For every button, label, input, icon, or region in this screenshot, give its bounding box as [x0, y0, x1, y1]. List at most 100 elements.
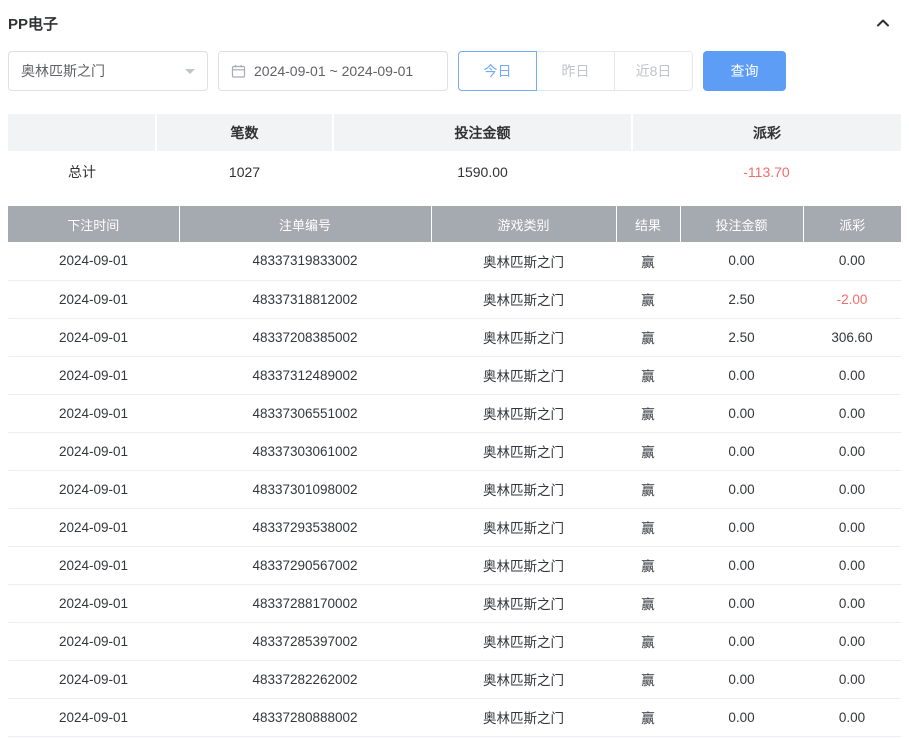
cell-order-id: 48337282262002 [179, 660, 431, 699]
summary-total-bet-amount: 1590.00 [333, 151, 632, 193]
table-row: 2024-09-01 48337312489002 奥林匹斯之门赢 0.00 0.00 [8, 356, 901, 395]
cell-result: 赢 [616, 584, 680, 623]
cell-game-type: 奥林匹斯之门 [431, 508, 616, 547]
game-select-value: 奥林匹斯之门 [21, 63, 105, 79]
cell-order-id: 48337288170002 [179, 584, 431, 623]
summary-header-payout: 派彩 [631, 114, 901, 151]
quick-range-buttons: 今日 昨日 近8日 [458, 51, 693, 91]
cell-game-type: 奥林匹斯之门 [431, 470, 616, 509]
game-select[interactable]: 奥林匹斯之门 [8, 51, 208, 91]
cell-bet-amount: 0.00 [680, 546, 803, 585]
cell-game-type: 奥林匹斯之门 [431, 394, 616, 433]
yesterday-button[interactable]: 昨日 [536, 51, 615, 91]
cell-result: 赢 [616, 356, 680, 395]
cell-bet-amount: 0.00 [680, 394, 803, 433]
cell-result: 赢 [616, 432, 680, 471]
cell-bet-time: 2024-09-01 [8, 508, 179, 547]
summary-header-count: 笔数 [155, 114, 333, 151]
calendar-icon [231, 64, 246, 79]
cell-game-type: 奥林匹斯之门 [431, 432, 616, 471]
table-header-row: 下注时间 注单编号 游戏类别 结果 投注金额 派彩 [8, 206, 901, 242]
cell-result: 赢 [616, 318, 680, 357]
summary-total-label: 总计 [8, 151, 156, 193]
table-row: 2024-09-01 48337285397002 奥林匹斯之门赢 0.00 0.00 [8, 622, 901, 661]
cell-result: 赢 [616, 280, 680, 319]
last8days-button[interactable]: 近8日 [614, 51, 693, 91]
chevron-down-icon [185, 68, 195, 79]
today-button[interactable]: 今日 [458, 51, 537, 91]
table-row: 2024-09-01 48337288170002 奥林匹斯之门赢 0.00 0.00 [8, 584, 901, 623]
header-result: 结果 [615, 206, 680, 242]
filter-bar: 奥林匹斯之门 2024-09-01 ~ 2024-09-01 今日 昨日 近8日… [8, 51, 901, 91]
cell-game-type: 奥林匹斯之门 [431, 242, 616, 281]
cell-game-type: 奥林匹斯之门 [431, 622, 616, 661]
cell-bet-amount: 0.00 [680, 698, 803, 737]
cell-order-id: 48337312489002 [179, 356, 431, 395]
cell-bet-amount: 0.00 [680, 508, 803, 547]
cell-order-id: 48337319833002 [179, 242, 431, 281]
table-row: 2024-09-01 48337293538002 奥林匹斯之门赢 0.00 0.00 [8, 508, 901, 547]
cell-bet-amount: 0.00 [680, 356, 803, 395]
table-row: 2024-09-01 48337208385002 奥林匹斯之门赢 2.50 306.6… [8, 318, 901, 357]
cell-order-id: 48337208385002 [179, 318, 431, 357]
cell-result: 赢 [616, 394, 680, 433]
cell-bet-amount: 2.50 [680, 318, 803, 357]
summary-table: 笔数 投注金额 派彩 总计 1027 1590.00 -113.70 [8, 114, 901, 193]
cell-payout: 0.00 [803, 546, 901, 585]
cell-bet-time: 2024-09-01 [8, 394, 179, 433]
cell-result: 赢 [616, 546, 680, 585]
cell-payout: 0.00 [803, 698, 901, 737]
cell-result: 赢 [616, 698, 680, 737]
cell-bet-time: 2024-09-01 [8, 546, 179, 585]
panel-header: PP电子 [8, 12, 901, 34]
cell-game-type: 奥林匹斯之门 [431, 356, 616, 395]
cell-bet-time: 2024-09-01 [8, 470, 179, 509]
cell-bet-time: 2024-09-01 [8, 432, 179, 471]
cell-payout: -2.00 [803, 280, 901, 319]
cell-payout: 0.00 [803, 660, 901, 699]
cell-order-id: 48337303061002 [179, 432, 431, 471]
table-row: 2024-09-01 48337303061002 奥林匹斯之门赢 0.00 0.00 [8, 432, 901, 471]
cell-payout: 0.00 [803, 584, 901, 623]
cell-bet-time: 2024-09-01 [8, 318, 179, 357]
summary-header-bet-amount: 投注金额 [332, 114, 632, 151]
table-row: 2024-09-01 48337306551002 奥林匹斯之门赢 0.00 0.00 [8, 394, 901, 433]
search-button[interactable]: 查询 [703, 51, 786, 91]
cell-payout: 0.00 [803, 622, 901, 661]
cell-game-type: 奥林匹斯之门 [431, 698, 616, 737]
cell-order-id: 48337290567002 [179, 546, 431, 585]
summary-total-count: 1027 [156, 151, 333, 193]
cell-game-type: 奥林匹斯之门 [431, 660, 616, 699]
summary-header-row: 笔数 投注金额 派彩 [8, 114, 901, 151]
summary-total-payout: -113.70 [632, 151, 901, 193]
cell-payout: 0.00 [803, 432, 901, 471]
table-row: 2024-09-01 48337301098002 奥林匹斯之门赢 0.00 0.00 [8, 470, 901, 509]
cell-payout: 0.00 [803, 470, 901, 509]
bet-records-table: 下注时间 注单编号 游戏类别 结果 投注金额 派彩 2024-09-01 4833… [8, 206, 901, 737]
chevron-up-icon[interactable] [875, 15, 901, 31]
cell-bet-time: 2024-09-01 [8, 356, 179, 395]
cell-order-id: 48337306551002 [179, 394, 431, 433]
header-bet-time: 下注时间 [8, 206, 179, 242]
cell-payout: 0.00 [803, 394, 901, 433]
cell-bet-amount: 2.50 [680, 280, 803, 319]
header-order-id: 注单编号 [178, 206, 431, 242]
cell-result: 赢 [616, 470, 680, 509]
cell-order-id: 48337301098002 [179, 470, 431, 509]
header-payout: 派彩 [802, 206, 901, 242]
cell-result: 赢 [616, 622, 680, 661]
date-range-picker[interactable]: 2024-09-01 ~ 2024-09-01 [218, 51, 448, 91]
cell-payout: 306.60 [803, 318, 901, 357]
panel-title: PP电子 [8, 15, 59, 33]
cell-order-id: 48337285397002 [179, 622, 431, 661]
header-bet-amount: 投注金额 [679, 206, 803, 242]
pp-games-panel: PP电子 奥林匹斯之门 2024-09-01 ~ 2024-09-01 今日 昨… [0, 0, 909, 737]
cell-bet-amount: 0.00 [680, 242, 803, 281]
cell-order-id: 48337280888002 [179, 698, 431, 737]
cell-bet-time: 2024-09-01 [8, 660, 179, 699]
cell-bet-amount: 0.00 [680, 622, 803, 661]
summary-header-blank [8, 114, 156, 151]
cell-payout: 0.00 [803, 356, 901, 395]
cell-payout: 0.00 [803, 508, 901, 547]
cell-game-type: 奥林匹斯之门 [431, 318, 616, 357]
